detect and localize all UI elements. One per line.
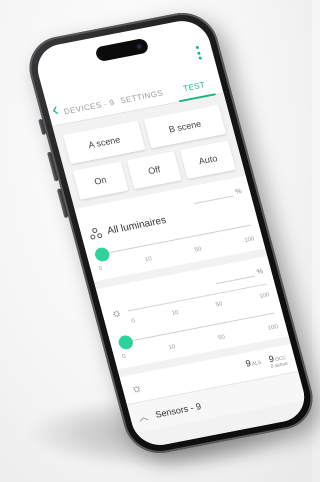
tick-label: 50 xyxy=(217,334,226,342)
tick-label: 0 xyxy=(130,318,136,325)
als-count: 9ALS xyxy=(244,356,262,369)
tick-label: 100 xyxy=(267,324,279,332)
sensor-counts: 9ALS 9OCC 0 active xyxy=(244,351,288,374)
phone: ‹ DEVICES - 9 SETTINGS TEST A scene B sc… xyxy=(21,7,320,459)
percent-symbol: % xyxy=(256,268,265,277)
sensors-section-label: Sensors - 9 xyxy=(154,400,203,420)
product-render: ‹ DEVICES - 9 SETTINGS TEST A scene B sc… xyxy=(0,0,320,482)
slider-knob[interactable] xyxy=(93,246,111,263)
occ-count: 9OCC 0 active xyxy=(267,351,288,370)
more-options-icon[interactable] xyxy=(193,45,204,60)
dynamic-island xyxy=(94,37,150,63)
on-button[interactable]: On xyxy=(72,161,129,200)
tick-label: 0 xyxy=(121,353,127,361)
luminaires-group-icon xyxy=(88,226,103,240)
auto-button[interactable]: Auto xyxy=(180,140,236,179)
tick-label: 100 xyxy=(243,236,256,244)
tick-label: 0 xyxy=(98,265,104,273)
chevron-up-icon: ︿ xyxy=(137,411,149,423)
sun-icon: ☼ xyxy=(109,304,124,321)
percent-symbol: % xyxy=(234,187,243,196)
test-panel: A scene B scene On Off Auto % All lumina… xyxy=(52,93,311,450)
tick-label: 100 xyxy=(258,292,271,300)
tick-label: 10 xyxy=(144,256,153,264)
als-label: ALS xyxy=(251,359,263,368)
tick-label: 10 xyxy=(168,344,177,352)
tick-label: 10 xyxy=(171,309,180,317)
sun-icon: ☼ xyxy=(129,380,144,396)
off-button[interactable]: Off xyxy=(126,151,183,190)
camera-icon xyxy=(134,42,144,51)
tick-label: 50 xyxy=(194,246,203,254)
tick-label: 50 xyxy=(215,301,224,309)
slider-knob[interactable] xyxy=(117,334,135,351)
